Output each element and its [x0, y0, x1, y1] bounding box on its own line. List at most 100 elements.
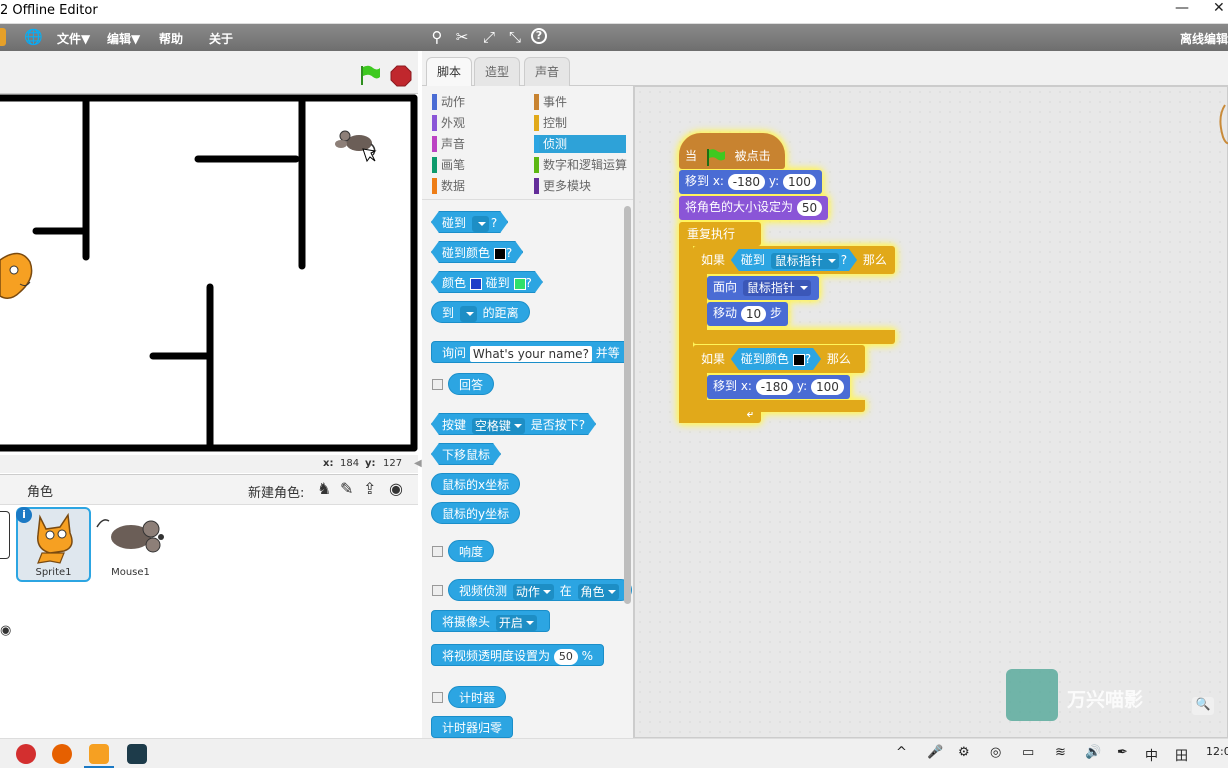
block-video-motion[interactable]: 视频侦测 动作 在 角色: [448, 579, 632, 601]
minimize-button[interactable]: —: [1175, 0, 1189, 16]
scratch-taskbar-icon[interactable]: [89, 744, 109, 764]
editor-tabs: 脚本 造型 声音: [422, 51, 1228, 87]
sprite-name: Mouse1: [111, 567, 150, 578]
sprite-preview-icon: [1219, 104, 1228, 145]
tab-costumes[interactable]: 造型: [474, 57, 521, 87]
stop-icon[interactable]: [390, 65, 412, 87]
block-goto-xy-2[interactable]: 移到 x: -180 y: 100: [707, 375, 850, 399]
block-turn-video[interactable]: 将摄像头 开启: [431, 610, 550, 632]
script-area[interactable]: 当 被点击 移到 x: -180 y: 100 将角色的大小设定为 50 重复执…: [634, 86, 1228, 738]
camera-icon[interactable]: ◉: [0, 623, 11, 638]
watermark-text: 万兴喵影: [1067, 689, 1144, 711]
green-flag-icon: [706, 148, 725, 166]
block-set-transparency[interactable]: 将视频透明度设置为 50 %: [431, 644, 605, 666]
tab-sounds[interactable]: 声音: [524, 57, 571, 87]
collapse-icon[interactable]: ◀: [414, 458, 422, 469]
sprite-tile-sprite1[interactable]: i Sprite1: [16, 507, 91, 582]
paint-sprite-icon[interactable]: ✎: [340, 479, 353, 498]
block-touching-color[interactable]: 碰到颜色 ?: [431, 241, 523, 263]
block-answer[interactable]: 回答: [448, 373, 495, 395]
cat-sprite-icon[interactable]: [0, 242, 36, 304]
zoom-out-icon[interactable]: 🔍: [1192, 697, 1214, 715]
microphone-icon[interactable]: 🎤: [927, 745, 943, 760]
tray-chevron-icon[interactable]: ^: [896, 745, 907, 760]
block-distance-to[interactable]: 到 的距离: [431, 301, 530, 323]
category-data[interactable]: 数据: [432, 177, 524, 195]
timer-checkbox[interactable]: [432, 692, 443, 703]
block-mouse-x[interactable]: 鼠标的x坐标: [431, 473, 521, 495]
dev-app-icon[interactable]: [16, 744, 36, 764]
touching-pointer-predicate[interactable]: 碰到 鼠标指针?: [731, 249, 857, 271]
block-touching[interactable]: 碰到 ?: [431, 211, 508, 233]
video-motion-checkbox[interactable]: [432, 585, 443, 596]
category-operators[interactable]: 数字和逻辑运算: [534, 156, 633, 174]
taskbar: ^ 🎤 ⚙ ◎ ▭ ≋ 🔊 ✒ 中 田 12:0: [0, 738, 1228, 768]
menu-file[interactable]: 文件▼: [57, 30, 90, 47]
block-point-towards[interactable]: 面向 鼠标指针: [707, 276, 819, 300]
stage-footer: x: 184 y: 127 ◀: [0, 455, 422, 473]
ime-language[interactable]: 中: [1145, 745, 1158, 764]
block-loudness[interactable]: 响度: [448, 540, 495, 562]
category-motion[interactable]: 动作: [432, 93, 524, 111]
sprite-tile-mouse1[interactable]: Mouse1: [93, 507, 168, 582]
wifi-icon[interactable]: ≋: [1055, 745, 1066, 760]
stage[interactable]: [0, 94, 418, 455]
block-reset-timer[interactable]: 计时器归零: [431, 716, 514, 738]
choose-sprite-icon[interactable]: ♞: [317, 479, 331, 498]
block-ask[interactable]: 询问 What's your name? 并等: [431, 341, 631, 363]
block-mouse-down[interactable]: 下移鼠标: [431, 443, 501, 465]
help-icon[interactable]: ?: [531, 28, 547, 44]
assistant-icon[interactable]: ◎: [990, 745, 1001, 760]
ime-mode[interactable]: 田: [1175, 745, 1188, 764]
pen-icon[interactable]: ✒: [1117, 745, 1128, 760]
globe-icon[interactable]: 🌐: [24, 28, 43, 46]
category-sensing[interactable]: 侦测: [534, 135, 626, 153]
duplicate-icon[interactable]: ⚲: [428, 28, 446, 46]
script-stack[interactable]: 当 被点击 移到 x: -180 y: 100 将角色的大小设定为 50 重复执…: [675, 133, 905, 433]
green-flag-icon[interactable]: [359, 64, 381, 86]
category-sound[interactable]: 声音: [432, 135, 524, 153]
if1-arm: [693, 273, 707, 337]
loudness-checkbox[interactable]: [432, 546, 443, 557]
recorder-taskbar-icon[interactable]: [127, 744, 147, 764]
block-goto-xy[interactable]: 移到 x: -180 y: 100: [679, 170, 822, 194]
window-titlebar: 2 Offline Editor — ✕: [0, 0, 1228, 24]
if1-bottom: [693, 330, 895, 344]
block-timer[interactable]: 计时器: [448, 686, 507, 708]
menu-help[interactable]: 帮助: [159, 30, 183, 47]
category-pen[interactable]: 画笔: [432, 156, 524, 174]
upload-sprite-icon[interactable]: ⇪: [363, 479, 376, 498]
block-color-touching[interactable]: 颜色 碰到 ?: [431, 271, 543, 293]
block-mouse-y[interactable]: 鼠标的y坐标: [431, 502, 521, 524]
category-more-blocks[interactable]: 更多模块: [534, 177, 626, 195]
category-control[interactable]: 控制: [534, 114, 626, 132]
menu-edit[interactable]: 编辑▼: [107, 30, 140, 47]
category-events[interactable]: 事件: [534, 93, 626, 111]
volume-icon[interactable]: 🔊: [1085, 745, 1101, 760]
ime-tool-icon[interactable]: ⚙: [958, 745, 970, 760]
block-set-size[interactable]: 将角色的大小设定为 50: [679, 196, 829, 220]
block-when-flag-clicked[interactable]: 当 被点击: [679, 133, 785, 169]
grow-icon[interactable]: ⤢: [480, 28, 498, 46]
mouse-sprite-icon[interactable]: [335, 127, 379, 163]
firefox-icon[interactable]: [52, 744, 72, 764]
menu-about[interactable]: 关于: [209, 30, 233, 47]
color-swatch[interactable]: [793, 354, 805, 366]
sensing-blocks: 碰到 ? 碰到颜色 ? 颜色 碰到 ? 到 的距离 询问 What's your…: [422, 200, 633, 738]
if2-arm: [693, 372, 707, 402]
offline-edit-label: 离线编辑: [1180, 32, 1228, 46]
stage-header: [0, 51, 418, 94]
palette-scrollbar[interactable]: [624, 206, 631, 604]
touching-color-predicate[interactable]: 碰到颜色 ?: [731, 348, 821, 370]
category-looks[interactable]: 外观: [432, 114, 524, 132]
answer-checkbox[interactable]: [432, 379, 443, 390]
delete-icon[interactable]: ✂: [453, 28, 471, 46]
block-move-steps[interactable]: 移动 10 步: [707, 302, 788, 326]
forever-arm: [679, 245, 693, 423]
stage-thumbnail[interactable]: [0, 511, 10, 559]
close-button[interactable]: ✕: [1213, 0, 1225, 16]
camera-icon[interactable]: ◉: [389, 479, 403, 498]
shrink-icon[interactable]: ⤡: [506, 28, 524, 46]
tab-scripts[interactable]: 脚本: [426, 57, 473, 87]
block-key-pressed[interactable]: 按键 空格键 是否按下?: [431, 413, 596, 435]
